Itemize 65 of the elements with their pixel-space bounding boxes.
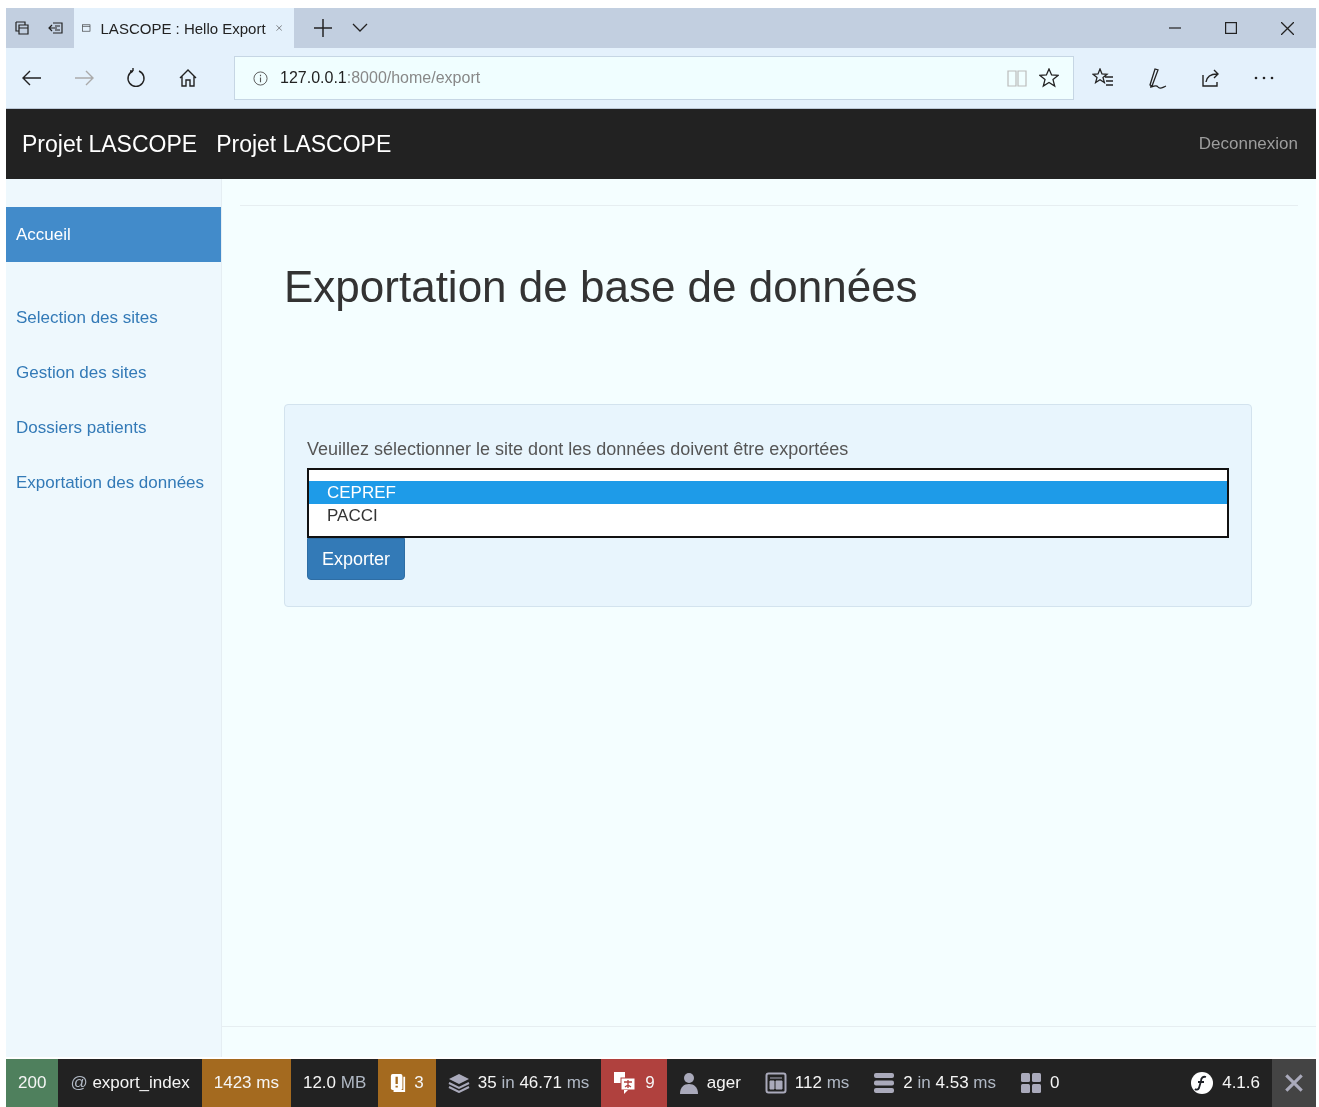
sidebar-link[interactable]: Dossiers patients bbox=[6, 400, 221, 455]
sidebar-link[interactable]: Exportation des données bbox=[6, 455, 221, 510]
status-panel[interactable]: 200 bbox=[6, 1059, 59, 1107]
framework-logo-icon bbox=[1190, 1071, 1215, 1095]
time-panel[interactable]: 1423 ms bbox=[201, 1059, 291, 1107]
export-button[interactable]: Exporter bbox=[307, 538, 406, 580]
layers-icon bbox=[447, 1073, 470, 1093]
site-title: Projet LASCOPE bbox=[216, 130, 392, 158]
logout-link[interactable]: Deconnexion bbox=[1198, 134, 1298, 154]
home-icon[interactable] bbox=[178, 68, 198, 88]
favorites-list-icon[interactable] bbox=[1092, 68, 1114, 88]
site-listbox[interactable]: CEPREF PACCI bbox=[307, 468, 1229, 538]
chevron-down-icon[interactable] bbox=[352, 23, 368, 33]
server-icon bbox=[873, 1072, 896, 1094]
forms-panel[interactable]: 0 bbox=[1008, 1059, 1072, 1107]
translation-panel[interactable]: 9 bbox=[601, 1059, 667, 1107]
close-button[interactable] bbox=[1272, 1059, 1316, 1107]
memory-panel[interactable]: 12.0 MB bbox=[290, 1059, 379, 1107]
status-text: 200 bbox=[18, 1073, 47, 1093]
alert-icon bbox=[390, 1073, 407, 1093]
plus-icon[interactable] bbox=[314, 19, 332, 37]
sidebar-link[interactable]: Gestion des sites bbox=[6, 345, 221, 400]
memory-text: 12.0 MB bbox=[302, 1073, 367, 1093]
page-heading: Exportation de base de données bbox=[284, 262, 919, 312]
tab-aside-icon[interactable] bbox=[48, 20, 64, 36]
info-icon bbox=[253, 70, 268, 86]
forms-text: 0 bbox=[1050, 1073, 1060, 1093]
logs-text: 3 bbox=[414, 1073, 424, 1093]
sidebar-link[interactable]: Accueil bbox=[6, 207, 221, 262]
time-text: 1423 ms bbox=[213, 1073, 279, 1093]
pen-icon[interactable] bbox=[1146, 67, 1168, 89]
translate-icon bbox=[613, 1071, 638, 1095]
brand-link[interactable]: Projet LASCOPE bbox=[22, 130, 198, 158]
route-text: @ export_index bbox=[70, 1073, 190, 1093]
address-bar[interactable]: 127.0.0.1:8000/home/export bbox=[234, 56, 1074, 100]
cache-panel[interactable]: 2 in 4.53 ms bbox=[861, 1059, 1008, 1107]
tab-title: LASCOPE : Hello Export bbox=[100, 19, 266, 37]
tab-stack-icon[interactable] bbox=[14, 20, 30, 36]
back-arrow-icon[interactable] bbox=[22, 70, 42, 86]
refresh-icon[interactable] bbox=[126, 68, 146, 88]
user-text: ager bbox=[706, 1073, 741, 1093]
more-icon[interactable] bbox=[1254, 76, 1274, 80]
user-panel[interactable]: ager bbox=[666, 1059, 753, 1107]
maximize-icon[interactable] bbox=[1225, 22, 1237, 34]
twig-panel[interactable]: 112 ms bbox=[752, 1059, 862, 1107]
version-panel[interactable]: 4.1.6 bbox=[1178, 1059, 1272, 1107]
url-text: 127.0.0.1:8000/home/export bbox=[280, 69, 481, 87]
field-label: Veuillez sélectionner le site dont les données doivent être exportées bbox=[307, 439, 849, 460]
database-text: 35 in 46.71 ms bbox=[477, 1073, 590, 1093]
version-text: 4.1.6 bbox=[1222, 1073, 1260, 1093]
grid-icon bbox=[1020, 1072, 1042, 1094]
route-panel[interactable]: @ export_index bbox=[58, 1059, 202, 1107]
twig-text: 112 ms bbox=[794, 1073, 850, 1093]
logs-panel[interactable]: 3 bbox=[378, 1059, 436, 1107]
cache-text: 2 in 4.53 ms bbox=[903, 1073, 996, 1093]
user-icon bbox=[678, 1072, 699, 1094]
sidebar-link[interactable]: Selection des sites bbox=[6, 290, 221, 345]
close-icon[interactable] bbox=[1281, 21, 1294, 35]
browser-tab[interactable]: LASCOPE : Hello Export bbox=[74, 8, 294, 48]
listbox-option[interactable]: PACCI bbox=[309, 504, 1227, 527]
database-panel[interactable]: 35 in 46.71 ms bbox=[435, 1059, 602, 1107]
layout-icon bbox=[764, 1072, 787, 1094]
translation-text: 9 bbox=[645, 1073, 655, 1093]
star-icon[interactable] bbox=[1039, 68, 1059, 88]
close-icon bbox=[1285, 1074, 1303, 1092]
